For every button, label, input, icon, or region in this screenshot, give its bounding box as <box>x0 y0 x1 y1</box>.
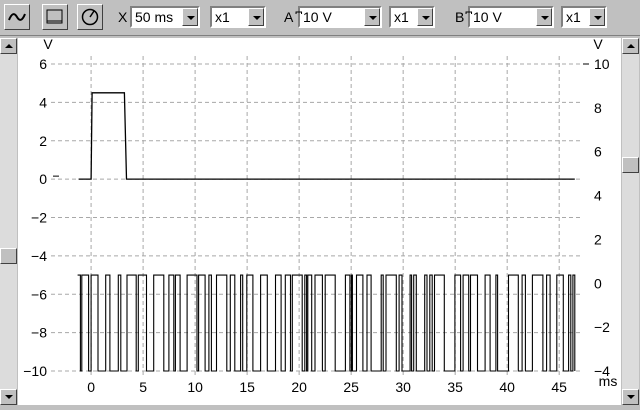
x-tick-label: 25 <box>343 379 359 395</box>
right-tick-label: 2 <box>594 231 602 247</box>
oscilloscope-chart: 6420−2−4−6−8−101086420−2−40 5 10 15 20 25 30 35… <box>23 36 618 395</box>
x-tick-label: 0 <box>87 379 95 395</box>
toolbar: X 50 ms x1 A ⃩10 V x1 B ⃩10 V x1 <box>0 0 640 36</box>
b-label: B <box>455 9 465 25</box>
a-multiplier-value: x1 <box>394 9 409 25</box>
x-timebase-select[interactable]: 50 ms <box>130 6 200 28</box>
left-tick-label: 6 <box>39 56 47 72</box>
gauge-button[interactable] <box>77 4 103 30</box>
a-offset-thumb[interactable] <box>0 248 17 264</box>
x-tick-label: 45 <box>551 379 567 395</box>
waveform-icon <box>8 13 26 21</box>
right-tick-label: 6 <box>594 144 602 160</box>
x-multiplier-select[interactable]: x1 <box>210 6 266 28</box>
chevron-down-icon[interactable] <box>0 389 17 405</box>
b-volts-select[interactable]: ⃩10 V <box>468 6 554 28</box>
left-tick-label: 4 <box>39 94 47 110</box>
left-tick-label: −2 <box>31 210 47 226</box>
x-tick-label: 35 <box>447 379 463 395</box>
x-tick-label: 10 <box>187 379 203 395</box>
chevron-down-icon[interactable] <box>248 8 264 26</box>
b-multiplier-select[interactable]: x1 <box>561 6 607 28</box>
right-tick-label: −2 <box>594 319 610 335</box>
oscilloscope-plot: 6 4 2 0 −2 −4 −6 −8 −10 10 8 6 4 2 0 −2 −4 0 5 10 15 20 25 30 35… <box>18 36 621 405</box>
trace-b-digital <box>77 274 576 372</box>
ticks: 6420−2−4−6−8−101086420−2−40 5 10 15 20 25 30 35… <box>23 36 618 395</box>
x-unit-label: ms <box>599 373 618 389</box>
chevron-up-icon[interactable] <box>622 38 639 54</box>
a-multiplier-select[interactable]: x1 <box>389 6 435 28</box>
x-tick-label: 30 <box>395 379 411 395</box>
left-unit-label: V <box>43 38 53 52</box>
right-tick-label: 4 <box>594 188 602 204</box>
x-tick-label: 40 <box>499 379 515 395</box>
b-offset-scrollbar[interactable] <box>622 38 639 405</box>
x-tick-label: 5 <box>139 379 147 395</box>
left-tick-label: −10 <box>23 363 47 379</box>
left-tick-label: −4 <box>31 248 47 264</box>
chevron-down-icon[interactable] <box>536 8 552 26</box>
x-tick-label: 20 <box>291 379 307 395</box>
chevron-down-icon[interactable] <box>182 8 198 26</box>
left-tick-label: 2 <box>39 133 47 149</box>
x-tick-label: 15 <box>239 379 255 395</box>
x-timebase-value: 50 ms <box>135 9 174 25</box>
b-offset-thumb[interactable] <box>622 157 639 173</box>
a-label: A <box>284 9 294 25</box>
waveform-button[interactable] <box>4 4 30 30</box>
a-volts-select[interactable]: ⃩10 V <box>298 6 382 28</box>
gauge-icon <box>81 8 99 26</box>
right-unit-label: V <box>593 38 603 52</box>
chevron-down-icon[interactable] <box>364 8 380 26</box>
a-offset-scrollbar[interactable] <box>0 38 17 405</box>
b-multiplier-value: x1 <box>566 9 581 25</box>
left-tick-label: −8 <box>31 325 47 341</box>
chevron-down-icon[interactable] <box>417 8 433 26</box>
left-tick-label: 0 <box>39 171 47 187</box>
chevron-up-icon[interactable] <box>0 38 17 54</box>
a-volts-value: ⃩10 V <box>303 9 332 25</box>
chevron-down-icon[interactable] <box>589 8 605 26</box>
chevron-down-icon[interactable] <box>622 389 639 405</box>
screen-button[interactable] <box>42 4 68 30</box>
right-tick-label: 8 <box>594 100 602 116</box>
right-tick-label: 10 <box>594 56 610 72</box>
screen-icon <box>46 9 63 24</box>
x-label: X <box>118 9 128 25</box>
left-tick-label: −6 <box>31 286 47 302</box>
traces <box>77 92 576 372</box>
b-volts-value: ⃩10 V <box>473 9 502 25</box>
right-tick-label: 0 <box>594 275 602 291</box>
trace-a-pulse <box>78 92 575 180</box>
x-multiplier-value: x1 <box>215 9 230 25</box>
